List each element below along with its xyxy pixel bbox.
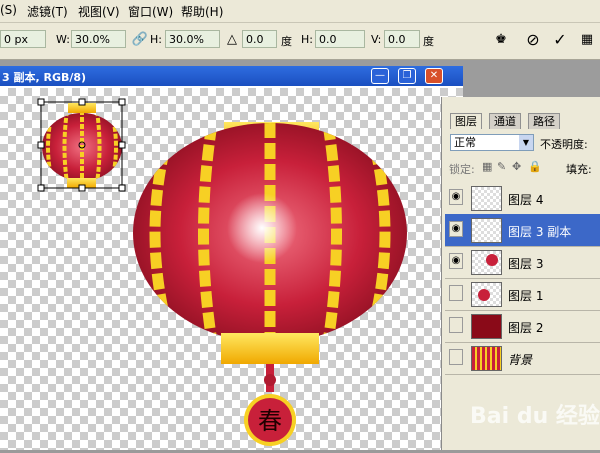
tab-layers[interactable]: 图层	[450, 113, 482, 129]
hskew-field[interactable]: 0.0	[315, 30, 365, 48]
layer-thumbnail	[471, 218, 502, 243]
tab-channels[interactable]: 通道	[489, 113, 521, 129]
visibility-eye-icon[interactable]	[449, 349, 463, 365]
document-titlebar[interactable]: 3 副本, RGB/8) — ❐ ✕	[0, 66, 463, 86]
vskew-label: V:	[371, 33, 382, 46]
opacity-label: 不透明度:	[540, 138, 588, 151]
lantern-knot	[264, 374, 276, 386]
baidu-watermark: Bai du 经验	[470, 404, 600, 429]
close-button[interactable]: ✕	[425, 68, 443, 84]
layer-row[interactable]: 图层 1	[445, 278, 600, 311]
visibility-eye-icon[interactable]: ◉	[449, 221, 463, 237]
layer-row[interactable]: ◉ 图层 3 副本	[445, 214, 600, 247]
restore-button[interactable]: ❐	[398, 68, 416, 84]
blend-mode-select[interactable]: 正常 ▼	[450, 134, 534, 151]
palette-well-icon[interactable]: ▦	[578, 31, 596, 49]
document-window: 3 副本, RGB/8) — ❐ ✕ 春	[0, 66, 463, 450]
layer-name: 图层 2	[508, 321, 544, 335]
height-label: H:	[150, 33, 162, 46]
warp-icon[interactable]: ♚	[492, 31, 510, 49]
degree-label-3: 度	[423, 35, 434, 48]
menu-window[interactable]: 窗口(W)	[128, 3, 173, 20]
blend-mode-value: 正常	[454, 136, 476, 149]
layer-thumbnail	[471, 314, 502, 339]
lock-all-icon[interactable]: 🔒	[528, 160, 542, 173]
lock-image-icon[interactable]: ✎	[497, 160, 506, 173]
layer-name: 背景	[508, 353, 533, 367]
angle-field[interactable]: 0.0	[242, 30, 277, 48]
big-lantern: 春	[133, 122, 407, 446]
layer-thumbnail	[471, 250, 502, 275]
x-position-field[interactable]: 0 px	[0, 30, 46, 48]
width-field[interactable]: 30.0%	[71, 30, 126, 48]
visibility-eye-icon[interactable]	[449, 317, 463, 333]
degree-label-1: 度	[281, 35, 292, 48]
visibility-eye-icon[interactable]: ◉	[449, 189, 463, 205]
tab-paths[interactable]: 路径	[528, 113, 560, 129]
lock-position-icon[interactable]: ✥	[512, 160, 521, 173]
lantern-highlight	[227, 193, 297, 263]
document-title: 3 副本, RGB/8)	[2, 71, 87, 84]
lock-transparency-icon[interactable]: ▦	[482, 160, 492, 173]
menu-select[interactable]: (S)	[0, 3, 17, 17]
menu-bar: (S) 滤镜(T) 视图(V) 窗口(W) 帮助(H)	[0, 0, 600, 23]
menu-view[interactable]: 视图(V)	[78, 3, 120, 20]
layer-thumbnail	[471, 282, 502, 307]
visibility-eye-icon[interactable]: ◉	[449, 253, 463, 269]
layer-name: 图层 3 副本	[508, 225, 572, 239]
seal-character: 春	[258, 407, 282, 435]
cancel-transform-icon[interactable]: ⊘	[524, 31, 542, 49]
thumbnail-lantern	[478, 289, 490, 301]
chevron-down-icon: ▼	[519, 135, 533, 150]
layer-row[interactable]: ◉ 图层 4	[445, 182, 600, 215]
hskew-label: H:	[301, 33, 313, 46]
canvas[interactable]: 春	[0, 88, 463, 450]
visibility-eye-icon[interactable]	[449, 285, 463, 301]
angle-icon: △	[227, 32, 237, 47]
layer-name: 图层 4	[508, 193, 544, 207]
vskew-field[interactable]: 0.0	[384, 30, 420, 48]
layer-thumbnail	[471, 346, 502, 371]
layer-row[interactable]: 图层 2	[445, 310, 600, 343]
layer-row[interactable]: ◉ 图层 3	[445, 246, 600, 279]
layer-name: 图层 3	[508, 257, 544, 271]
minimize-button[interactable]: —	[371, 68, 389, 84]
link-icon[interactable]: 🔗	[131, 31, 149, 49]
lantern-bottom-cap	[221, 333, 319, 364]
commit-transform-icon[interactable]: ✓	[551, 31, 569, 49]
small-lantern[interactable]	[42, 103, 122, 188]
menu-help[interactable]: 帮助(H)	[181, 3, 223, 20]
canvas-artwork: 春	[37, 98, 407, 446]
fill-label: 填充:	[566, 163, 592, 176]
height-field[interactable]: 30.0%	[165, 30, 220, 48]
transform-options-bar: 0 px W: 30.0% 🔗 H: 30.0% △ 0.0 度 H: 0.0 …	[0, 23, 600, 60]
layer-name: 图层 1	[508, 289, 544, 303]
width-label: W:	[56, 33, 70, 46]
thumbnail-lantern	[486, 254, 498, 266]
layer-thumbnail	[471, 186, 502, 211]
menu-filter[interactable]: 滤镜(T)	[27, 3, 68, 20]
layer-row[interactable]: 背景	[445, 342, 600, 375]
lock-label: 锁定:	[449, 163, 475, 176]
